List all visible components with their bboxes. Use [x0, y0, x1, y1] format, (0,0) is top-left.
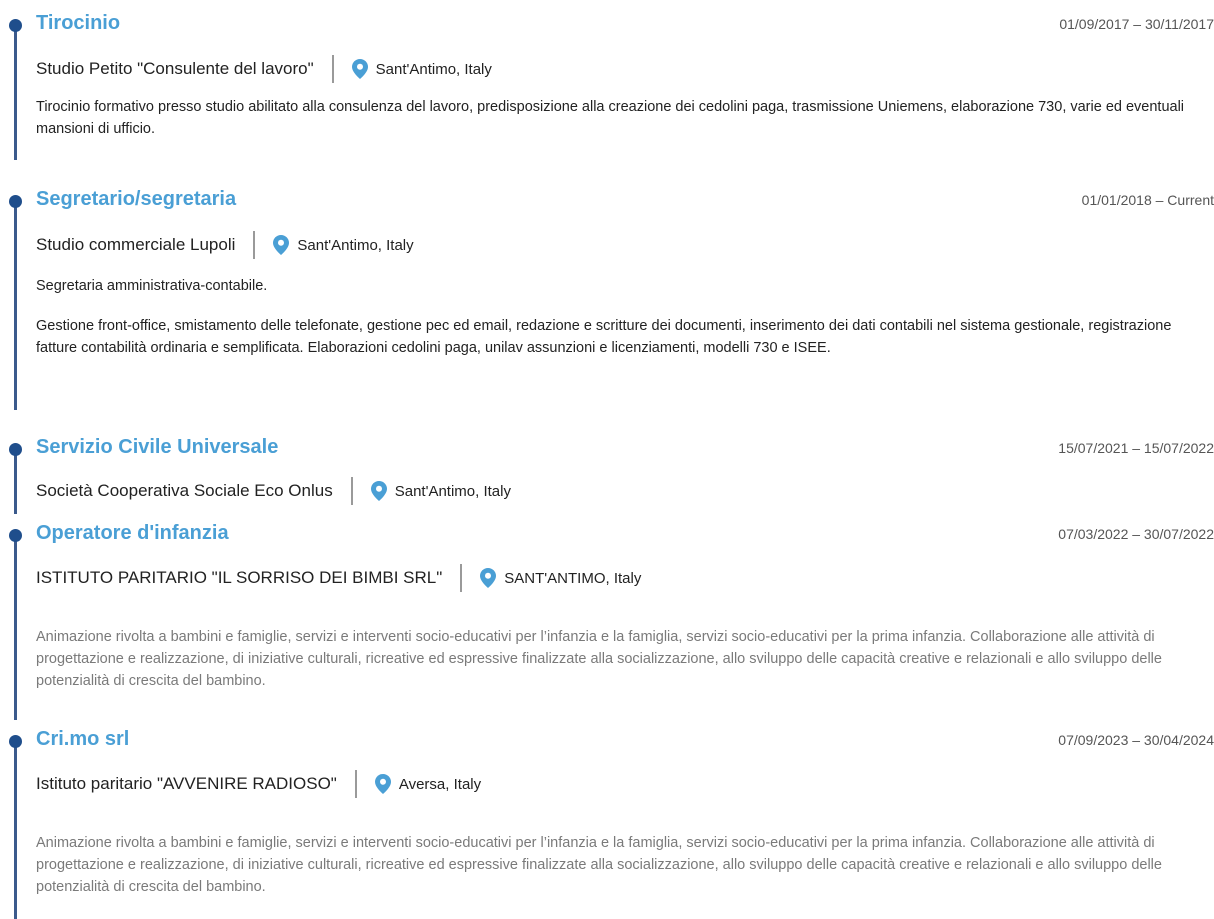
- description-paragraph: Animazione rivolta a bambini e famiglie,…: [36, 835, 1162, 895]
- timeline-entry: Operatore d'infanzia 07/03/2022 – 30/07/…: [9, 522, 1214, 720]
- separator: [350, 477, 353, 505]
- job-location: Aversa, Italy: [398, 775, 482, 793]
- employer-name: Società Cooperativa Sociale Eco Onlus: [36, 481, 333, 500]
- job-description: Animazione rivolta a bambini e famiglie,…: [36, 832, 1214, 898]
- job-employer-row: Studio commerciale Lupoli Sant'Antimo, I…: [36, 231, 414, 259]
- job-description: Animazione rivolta a bambini e famiglie,…: [36, 626, 1214, 692]
- timeline-dot: [9, 529, 22, 542]
- job-date-range: 07/09/2023 – 30/04/2024: [1058, 732, 1214, 748]
- job-location: SANT'ANTIMO, Italy: [504, 569, 642, 587]
- job-title: Cri.mo srl: [36, 728, 130, 750]
- job-description: Tirocinio formativo presso studio abilit…: [36, 96, 1214, 140]
- location-pin-icon: [370, 481, 387, 501]
- timeline-line: [14, 22, 17, 160]
- timeline-dot: [9, 443, 22, 456]
- description-paragraph: Tirocinio formativo presso studio abilit…: [36, 99, 1185, 137]
- job-date-range: 15/07/2021 – 15/07/2022: [1058, 440, 1214, 456]
- timeline-entry: Cri.mo srl 07/09/2023 – 30/04/2024 Istit…: [9, 728, 1214, 919]
- job-employer-row: Istituto paritario "AVVENIRE RADIOSO" Av…: [36, 770, 481, 798]
- timeline-line: [14, 198, 17, 410]
- employer-name: Istituto paritario "AVVENIRE RADIOSO": [36, 774, 337, 793]
- job-employer-row: Studio Petito "Consulente del lavoro" Sa…: [36, 55, 492, 83]
- timeline-entry: Servizio Civile Universale 15/07/2021 – …: [9, 436, 1214, 514]
- timeline-line: [14, 446, 17, 514]
- job-description: Gestione front-office, smistamento delle…: [36, 315, 1214, 359]
- job-title: Segretario/segretaria: [36, 188, 237, 210]
- location-pin-icon: [480, 568, 497, 588]
- job-location: Sant'Antimo, Italy: [375, 60, 492, 78]
- employer-name: ISTITUTO PARITARIO "IL SORRISO DEI BIMBI…: [36, 568, 443, 587]
- job-employer-row: Società Cooperativa Sociale Eco Onlus Sa…: [36, 477, 511, 505]
- timeline-entry: Tirocinio 01/09/2017 – 30/11/2017 Studio…: [9, 12, 1214, 160]
- job-title: Tirocinio: [36, 12, 121, 34]
- location-pin-icon: [273, 235, 290, 255]
- separator: [460, 564, 463, 592]
- job-title: Servizio Civile Universale: [36, 436, 279, 458]
- separator: [331, 55, 334, 83]
- separator: [354, 770, 357, 798]
- job-location: Sant'Antimo, Italy: [394, 482, 511, 500]
- job-title: Operatore d'infanzia: [36, 522, 229, 544]
- timeline-dot: [9, 735, 22, 748]
- description-paragraph: Animazione rivolta a bambini e famiglie,…: [36, 629, 1162, 689]
- location-pin-icon: [351, 59, 368, 79]
- timeline-dot: [9, 195, 22, 208]
- separator: [253, 231, 256, 259]
- job-location: Sant'Antimo, Italy: [297, 236, 414, 254]
- description-paragraph: Gestione front-office, smistamento delle…: [36, 318, 1172, 356]
- timeline-entry: Segretario/segretaria 01/01/2018 – Curre…: [9, 188, 1214, 410]
- job-date-range: 01/01/2018 – Current: [1081, 192, 1214, 208]
- job-employer-row: ISTITUTO PARITARIO "IL SORRISO DEI BIMBI…: [36, 564, 641, 592]
- timeline-dot: [9, 19, 22, 32]
- location-pin-icon: [374, 774, 391, 794]
- employer-name: Studio commerciale Lupoli: [36, 235, 236, 254]
- job-date-range: 07/03/2022 – 30/07/2022: [1058, 526, 1214, 542]
- employer-name: Studio Petito "Consulente del lavoro": [36, 59, 314, 78]
- timeline-line: [14, 738, 17, 919]
- job-date-range: 01/09/2017 – 30/11/2017: [1059, 16, 1214, 32]
- job-description: Segretaria amministrativa-contabile.: [36, 275, 1214, 297]
- timeline-line: [14, 532, 17, 720]
- description-paragraph: Segretaria amministrativa-contabile.: [36, 278, 268, 294]
